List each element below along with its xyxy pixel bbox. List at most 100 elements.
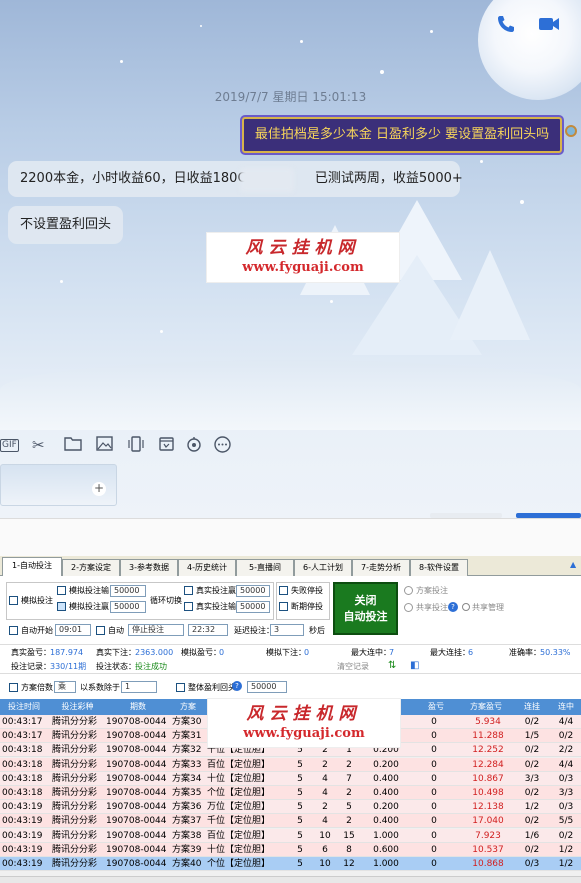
cell-lose: 0/2 xyxy=(524,788,540,798)
cell-plan: 方案34 xyxy=(172,773,202,784)
stop-break-checkbox[interactable] xyxy=(279,602,288,611)
cell-time: 00:43:19 xyxy=(2,844,43,855)
image-icon[interactable] xyxy=(96,436,113,455)
real-lose-checkbox[interactable] xyxy=(184,602,193,611)
cell-time: 00:43:18 xyxy=(2,788,43,798)
cell-game: 腾讯分分彩 xyxy=(52,745,98,756)
table-row[interactable]: 00:43:18 腾讯分分彩 190708-0044 方案35 个位【定位胆】 5 4 2 0.… xyxy=(0,786,581,800)
scroll-up-icon[interactable]: ▲ xyxy=(570,560,576,569)
table-row[interactable]: 00:43:19 腾讯分分彩 190708-0044 方案39 十位【定位胆】 5 6 8 0.… xyxy=(0,842,581,857)
cell-lose: 0/2 xyxy=(524,759,540,770)
help-icon[interactable]: ? xyxy=(448,602,458,612)
end-time-input[interactable]: 22:32 xyxy=(188,624,228,636)
real-win-checkbox[interactable] xyxy=(184,586,193,595)
overall-back-checkbox[interactable] xyxy=(176,683,185,692)
horizontal-scrollbar[interactable] xyxy=(0,876,581,883)
cell-plan_pl: 17.040 xyxy=(472,816,504,827)
col-plan-pl[interactable]: 方案盈亏 xyxy=(458,699,514,715)
plan-mult-checkbox[interactable] xyxy=(9,683,18,692)
tab-reference-data[interactable]: 3-参考数据 xyxy=(120,559,178,576)
cell-pos: 十位【定位胆】 xyxy=(207,773,271,784)
more-icon[interactable] xyxy=(214,436,231,457)
col-lose[interactable]: 连挂 xyxy=(514,699,550,715)
cell-a: 5 xyxy=(297,844,303,855)
plan-bet-label: 方案投注 xyxy=(416,586,448,595)
reply-bubble[interactable]: 2200本金，小时收益60，日收益180C 已测试两周，收益5000+ xyxy=(8,161,463,197)
snowflake xyxy=(60,280,63,283)
cell-c: 15 xyxy=(343,830,355,841)
calendar-icon[interactable] xyxy=(159,436,174,455)
clear-log-button[interactable]: 清空记录 xyxy=(337,662,369,672)
col-issue[interactable]: 期数 xyxy=(106,699,170,715)
auto-start-checkbox[interactable] xyxy=(9,626,18,635)
video-call-icon[interactable] xyxy=(538,14,560,37)
sim-lose-input[interactable]: 50000 xyxy=(110,585,146,597)
phone-icon[interactable] xyxy=(496,14,516,37)
cell-time: 00:43:18 xyxy=(2,745,43,756)
cell-pl: 0 xyxy=(431,717,437,727)
help-icon[interactable]: ? xyxy=(232,681,242,691)
col-plan[interactable]: 方案 xyxy=(170,699,206,715)
col-pl[interactable]: 盈亏 xyxy=(418,699,454,715)
refresh-icon[interactable]: ⇅ xyxy=(388,660,396,671)
avatar[interactable] xyxy=(565,125,577,137)
cell-pl: 0 xyxy=(431,830,437,841)
col-win[interactable]: 连中 xyxy=(552,699,580,715)
tab-software-settings[interactable]: 8-软件设置 xyxy=(410,559,468,576)
table-row[interactable]: 00:43:19 腾讯分分彩 190708-0044 方案36 万位【定位胆】 5 2 5 0.… xyxy=(0,800,581,815)
cell-plan_pl: 12.284 xyxy=(472,759,504,770)
snowflake xyxy=(520,200,524,204)
gear-icon[interactable] xyxy=(462,603,470,611)
shake-icon[interactable] xyxy=(127,436,145,456)
real-win-input[interactable]: 50000 xyxy=(236,585,270,597)
add-icon[interactable]: + xyxy=(92,482,106,496)
share-bet-radio[interactable] xyxy=(404,603,413,612)
table-row[interactable]: 00:43:19 腾讯分分彩 190708-0044 方案40 个位【定位胆】 5 10 12… xyxy=(0,857,581,871)
voice-icon[interactable] xyxy=(186,436,202,456)
table-row[interactable]: 00:43:19 腾讯分分彩 190708-0044 方案37 千位【定位胆】 5 4 2 0.… xyxy=(0,814,581,829)
loop-switch-label: 循环切换 xyxy=(150,596,182,605)
tab-live-room[interactable]: 5-直播间 xyxy=(236,559,294,576)
tab-manual-plan[interactable]: 6-人工计划 xyxy=(294,559,352,576)
cell-amt: 1.000 xyxy=(373,859,399,869)
real-lose-input[interactable]: 50000 xyxy=(236,601,270,613)
cell-game: 腾讯分分彩 xyxy=(52,731,98,742)
tab-trend-analysis[interactable]: 7-走势分析 xyxy=(352,559,410,576)
mult-select[interactable]: 乘 xyxy=(54,681,76,693)
cell-plan: 方案36 xyxy=(172,802,202,813)
factor-input[interactable]: 1 xyxy=(121,681,157,693)
share-manager-label[interactable]: 共享管理 xyxy=(472,603,504,613)
stop-select[interactable]: 停止投注 xyxy=(128,624,184,636)
tab-plan-setup[interactable]: 2-方案设定 xyxy=(62,559,120,576)
pending-image-thumbnail[interactable]: + xyxy=(0,464,117,506)
stop-fail-checkbox[interactable] xyxy=(279,586,288,595)
tab-history-stats[interactable]: 4-历史统计 xyxy=(178,559,236,576)
my-message-bubble[interactable]: 最佳拍档是多少本金 日盈利多少 要设置盈利回头吗 xyxy=(242,117,562,153)
max-win-value: 7 xyxy=(389,648,395,657)
col-time[interactable]: 投注时间 xyxy=(0,699,48,715)
sim-win-input[interactable]: 50000 xyxy=(110,601,146,613)
reply-bubble[interactable]: 不设置盈利回头 xyxy=(8,206,124,244)
cell-pos: 千位【定位胆】 xyxy=(207,816,271,827)
col-game[interactable]: 投注彩种 xyxy=(50,699,105,715)
sim-bet-checkbox[interactable] xyxy=(9,596,18,605)
start-time-input[interactable]: 09:01 xyxy=(55,624,91,636)
delay-input[interactable]: 3 xyxy=(270,624,304,636)
sim-lose-checkbox[interactable] xyxy=(57,586,66,595)
gif-icon[interactable]: GIF xyxy=(0,439,19,452)
table-row[interactable]: 00:43:19 腾讯分分彩 190708-0044 方案38 百位【定位胆】 5 10 15… xyxy=(0,828,581,843)
cell-plan: 方案30 xyxy=(172,717,202,727)
table-row[interactable]: 00:43:18 腾讯分分彩 190708-0044 方案34 十位【定位胆】 5 4 7 0.… xyxy=(0,771,581,786)
plan-bet-radio[interactable] xyxy=(404,586,413,595)
close-auto-bet-button[interactable]: 关闭 自动投注 xyxy=(333,582,398,635)
overall-back-input[interactable]: 50000 xyxy=(247,681,287,693)
table-row[interactable]: 00:43:18 腾讯分分彩 190708-0044 方案33 百位【定位胆】 5 2 2 0.… xyxy=(0,757,581,772)
folder-icon[interactable] xyxy=(64,436,82,455)
bookmark-icon[interactable]: ◧ xyxy=(410,660,419,671)
cell-lose: 0/3 xyxy=(524,859,540,869)
cell-time: 00:43:18 xyxy=(2,773,43,784)
scissors-icon[interactable]: ✂ xyxy=(32,436,45,454)
tab-auto-bet[interactable]: 1-自动投注 xyxy=(2,557,62,576)
sim-win-checkbox[interactable] xyxy=(57,602,66,611)
auto-checkbox[interactable] xyxy=(96,626,105,635)
